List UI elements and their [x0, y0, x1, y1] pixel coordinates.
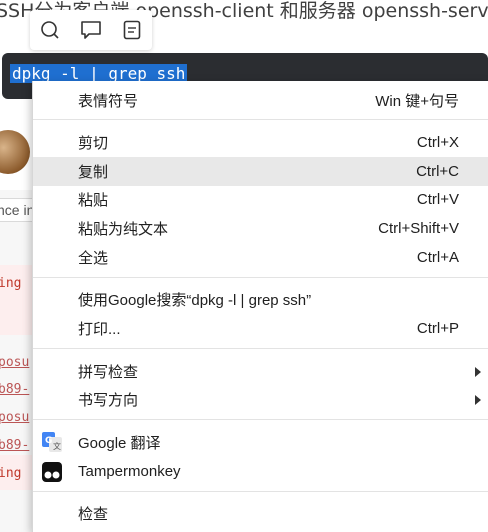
- avatar[interactable]: [0, 130, 30, 174]
- menu-item-label: 全选: [78, 250, 109, 267]
- code-fragment: ing: [0, 276, 22, 291]
- menu-item-label: 复制: [78, 164, 109, 181]
- menu-item-label: 剪切: [78, 135, 109, 152]
- menu-item-label: 表情符号: [78, 93, 139, 110]
- comment-icon[interactable]: [76, 15, 106, 45]
- menu-item-google-search[interactable]: 使用Google搜索“dpkg -l | grep ssh”: [33, 285, 488, 314]
- menu-item-paste[interactable]: 粘贴 Ctrl+V: [33, 185, 488, 214]
- code-fragment: posu: [0, 410, 30, 425]
- menu-item-label: 粘贴为纯文本: [78, 221, 169, 238]
- menu-item-shortcut: Ctrl+C: [416, 163, 459, 180]
- menu-item-select-all[interactable]: 全选 Ctrl+A: [33, 243, 488, 272]
- google-translate-icon: G 文: [42, 432, 62, 452]
- menu-item-shortcut: Win 键+句号: [375, 93, 459, 110]
- menu-divider: [33, 277, 488, 278]
- menu-item-cut[interactable]: 剪切 Ctrl+X: [33, 128, 488, 157]
- selection-toolbar: [30, 10, 152, 50]
- menu-item-shortcut: Ctrl+A: [416, 249, 459, 266]
- menu-item-google-translate[interactable]: G 文 Google 翻译: [33, 428, 488, 457]
- svg-text:G: G: [45, 436, 52, 446]
- menu-item-inspect[interactable]: 检查: [33, 499, 488, 528]
- menu-item-tampermonkey[interactable]: Tampermonkey: [33, 457, 488, 486]
- menu-divider: [33, 348, 488, 349]
- menu-divider: [33, 491, 488, 492]
- menu-item-label: 检查: [78, 506, 109, 523]
- menu-item-paste-plain[interactable]: 粘贴为纯文本 Ctrl+Shift+V: [33, 214, 488, 243]
- code-fragment: posu: [0, 355, 30, 370]
- menu-item-shortcut: Ctrl+V: [416, 191, 459, 208]
- menu-item-print[interactable]: 打印... Ctrl+P: [33, 314, 488, 343]
- svg-text:文: 文: [53, 441, 61, 451]
- menu-item-label: 打印...: [78, 321, 121, 338]
- menu-item-label: 粘贴: [78, 192, 109, 209]
- tampermonkey-icon: [42, 462, 62, 482]
- code-fragment: b89-: [0, 382, 30, 397]
- menu-item-label: 使用Google搜索“dpkg -l | grep ssh”: [78, 292, 312, 309]
- context-menu: 表情符号 Win 键+句号 剪切 Ctrl+X 复制 Ctrl+C 粘贴 Ctr…: [32, 81, 488, 532]
- menu-item-emoji[interactable]: 表情符号 Win 键+句号: [33, 86, 488, 115]
- menu-item-label: 书写方向: [78, 392, 139, 409]
- menu-divider: [33, 119, 488, 120]
- menu-item-writing-direction[interactable]: 书写方向: [33, 385, 488, 414]
- menu-item-shortcut: Ctrl+P: [416, 320, 459, 337]
- menu-item-label: Tampermonkey: [78, 463, 181, 480]
- menu-item-label: Google 翻译: [78, 435, 161, 452]
- menu-item-shortcut: Ctrl+X: [416, 134, 459, 151]
- submenu-arrow-icon: [475, 394, 481, 405]
- search-box-fragment[interactable]: nce in: [0, 198, 34, 222]
- submenu-arrow-icon: [475, 366, 481, 377]
- menu-item-copy[interactable]: 复制 Ctrl+C: [33, 157, 488, 186]
- menu-item-label: 拼写检查: [78, 364, 139, 381]
- code-fragment: b89-: [0, 438, 30, 453]
- menu-divider: [33, 419, 488, 420]
- menu-item-shortcut: Ctrl+Shift+V: [378, 220, 459, 237]
- menu-item-spellcheck[interactable]: 拼写检查: [33, 357, 488, 386]
- search-icon[interactable]: [35, 15, 65, 45]
- note-icon[interactable]: [117, 15, 147, 45]
